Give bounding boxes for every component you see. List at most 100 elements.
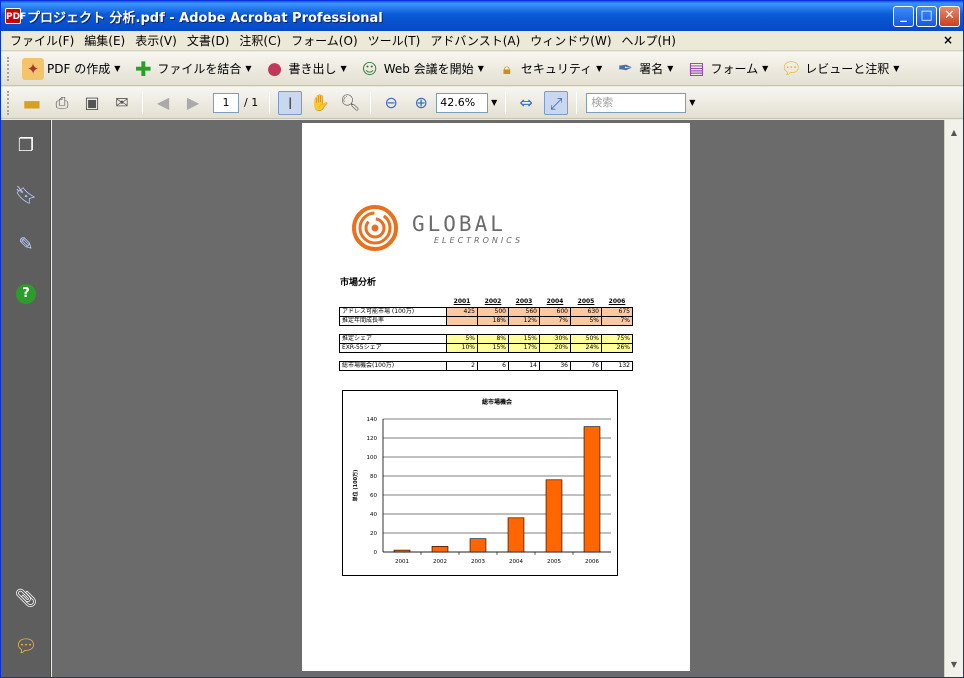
toolbar-separator (505, 91, 507, 114)
zoom-tool-icon[interactable]: 🔍︎ (338, 91, 362, 115)
year-header: 2001 (453, 298, 471, 306)
export-button[interactable]: ● 書き出し ▼ (259, 56, 352, 82)
email-icon[interactable]: ✉ (110, 91, 134, 115)
menu-edit[interactable]: 編集(E) (79, 32, 130, 49)
help-icon[interactable]: ? (16, 284, 36, 304)
scroll-down-icon[interactable]: ▼ (946, 657, 962, 673)
toolbar-grip[interactable] (7, 90, 11, 115)
zoom-level-field[interactable]: 42.6% (436, 92, 489, 113)
menu-comments[interactable]: 注釈(C) (234, 32, 286, 49)
table-cell: 10% (446, 342, 478, 353)
acrobat-window: PDF プロジェクト 分析.pdf - Adobe Acrobat Profes… (0, 0, 964, 678)
navigation-toolbar: ▬ ⎙ ▣ ✉ ◀ ▶ 1 / 1 I ✋ 🔍︎ ⊖ ⊕ 42.6% ▼ ⇔ ⤢… (1, 87, 963, 119)
document-area[interactable]: GLOBAL ELECTRONICS 市場分析 2001 2002 2003 2004… (52, 120, 944, 677)
menu-advanced[interactable]: アドバンスト(A) (425, 32, 525, 49)
logo-text: GLOBAL ELECTRONICS (412, 212, 523, 245)
select-tool-icon[interactable]: I (278, 90, 303, 115)
table-cell: 18% (477, 315, 509, 326)
y-tick-label: 100 (367, 455, 378, 461)
y-tick-label: 140 (367, 417, 378, 423)
table-spacer-row (340, 352, 633, 361)
print-icon[interactable]: ⎙ (50, 91, 74, 115)
zoom-out-icon[interactable]: ⊖ (379, 91, 403, 115)
close-button[interactable]: ✕ (939, 6, 960, 27)
title-bar[interactable]: PDF プロジェクト 分析.pdf - Adobe Acrobat Profes… (1, 1, 963, 31)
menu-forms[interactable]: フォーム(O) (286, 32, 362, 49)
meeting-icon: ☺ (361, 59, 378, 78)
toolbar-grip[interactable] (7, 56, 11, 81)
vertical-scrollbar[interactable]: ▲ ▼ (944, 120, 963, 677)
sign-button[interactable]: ✒ 署名 ▼ (609, 56, 678, 82)
table-cell: 675 (601, 306, 633, 317)
security-button[interactable]: 🔒︎ セキュリティ ▼ (491, 56, 607, 82)
create-pdf-icon: ✦ (22, 57, 44, 80)
table-row: 推定年間成長率 18% 12% 7% 5% 7% (339, 315, 633, 326)
table-cell: 26% (601, 342, 633, 353)
table-row: 推定シェア 5% 8% 15% 30% 50% 75% (339, 333, 633, 344)
review-comment-button[interactable]: 💬︎ レビューと注釈 ▼ (775, 56, 904, 82)
table-cell: 5% (570, 315, 602, 326)
minimize-button[interactable]: _ (893, 6, 914, 27)
year-header: 2005 (577, 298, 595, 306)
attachments-icon[interactable]: 📎︎ (14, 587, 38, 611)
x-tick-label: 2002 (433, 559, 447, 565)
pages-icon[interactable]: ❐ (14, 134, 38, 158)
row-label: 総市場機会(100万) (339, 360, 447, 371)
table-spacer-cell (340, 325, 633, 334)
table-cell: 76 (570, 360, 602, 371)
export-label: 書き出し (288, 62, 337, 76)
chevron-down-icon: ▼ (596, 64, 603, 73)
hand-tool-icon[interactable]: ✋ (308, 91, 332, 115)
toolbar-separator (370, 91, 372, 114)
table-cell: 30% (539, 333, 571, 344)
scroll-up-icon[interactable]: ▲ (946, 125, 962, 141)
menu-help[interactable]: ヘルプ(H) (617, 32, 681, 49)
table-row: アドレス可能市場 (100万) 425 500 560 600 630 675 (339, 306, 633, 317)
save-icon[interactable]: ▣ (80, 91, 104, 115)
chevron-down-icon[interactable]: ▼ (689, 98, 695, 107)
signatures-icon[interactable]: ✎ (14, 233, 38, 257)
table-cell: 132 (601, 360, 633, 371)
chevron-down-icon[interactable]: ▼ (488, 93, 500, 113)
search-input[interactable]: 検索 (586, 92, 687, 113)
combine-files-button[interactable]: ✚ ファイルを結合 ▼ (127, 56, 256, 82)
maximize-button[interactable]: □ (916, 6, 937, 27)
menu-view[interactable]: 表示(V) (130, 32, 182, 49)
comments-icon[interactable]: 💬︎ (14, 635, 38, 659)
table-cell: 5% (446, 333, 478, 344)
comment-bubble-icon: 💬︎ (780, 58, 803, 79)
table-spacer-cell (340, 352, 633, 361)
table-cell: 17% (508, 342, 540, 353)
create-pdf-label: PDF の作成 (47, 62, 111, 76)
chevron-down-icon: ▼ (114, 64, 121, 73)
market-data-table: 2001 2002 2003 2004 2005 2006 アドレス可能市場 (100万) 4… (339, 298, 633, 371)
document-close-icon[interactable]: × (943, 33, 953, 47)
form-icon: ▤ (688, 58, 705, 79)
previous-page-icon[interactable]: ◀ (151, 91, 175, 115)
zoom-in-icon[interactable]: ⊕ (409, 91, 433, 115)
chevron-down-icon: ▼ (667, 64, 674, 73)
web-meeting-button[interactable]: ☺ Web 会議を開始 ▼ (354, 56, 489, 82)
bookmarks-icon[interactable]: 🔖︎ (14, 184, 38, 208)
table-cell: 2 (446, 360, 478, 371)
chevron-down-icon: ▼ (762, 64, 769, 73)
y-tick-label: 60 (370, 493, 377, 499)
page-number-input[interactable]: 1 (213, 92, 239, 113)
menu-file[interactable]: ファイル(F) (5, 32, 79, 49)
fit-page-icon[interactable]: ⤢ (544, 90, 569, 115)
x-tick-label: 2006 (585, 559, 599, 565)
menu-window[interactable]: ウィンドウ(W) (525, 32, 616, 49)
fit-width-icon[interactable]: ⇔ (514, 91, 538, 115)
y-tick-label: 20 (370, 531, 377, 537)
create-pdf-button[interactable]: ✦ PDF の作成 ▼ (17, 56, 125, 82)
table-cell: 630 (570, 306, 602, 317)
forms-button[interactable]: ▤ フォーム ▼ (680, 56, 773, 82)
logo-mark (352, 205, 398, 251)
next-page-icon[interactable]: ▶ (181, 91, 205, 115)
review-comment-label: レビューと注釈 (805, 62, 890, 76)
menu-tools[interactable]: ツール(T) (363, 32, 426, 49)
page-count: / 1 (244, 96, 259, 109)
menu-document[interactable]: 文書(D) (182, 32, 235, 49)
row-label: 推定年間成長率 (339, 315, 447, 326)
open-folder-icon[interactable]: ▬ (20, 91, 44, 115)
